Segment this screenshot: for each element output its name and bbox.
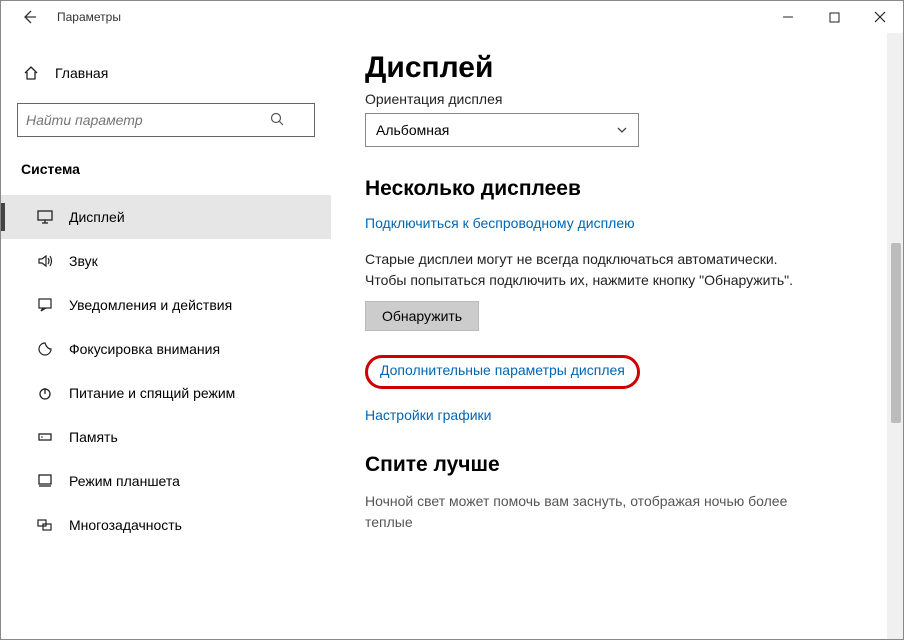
maximize-button[interactable]: [811, 1, 857, 33]
sidebar-item-label: Уведомления и действия: [69, 297, 232, 313]
multi-displays-title: Несколько дисплеев: [365, 177, 879, 201]
sidebar-item-label: Питание и спящий режим: [69, 385, 235, 401]
multitask-icon: [35, 515, 55, 535]
focus-icon: [35, 339, 55, 359]
minimize-button[interactable]: [765, 1, 811, 33]
sidebar-item-label: Дисплей: [69, 209, 125, 225]
home-link[interactable]: Главная: [17, 57, 331, 89]
sidebar-item-sound[interactable]: Звук: [1, 239, 331, 283]
sidebar-item-notifications[interactable]: Уведомления и действия: [1, 283, 331, 327]
scrollbar-thumb[interactable]: [891, 243, 901, 423]
sleep-better-title: Спите лучше: [365, 453, 879, 477]
sidebar-item-label: Звук: [69, 253, 98, 269]
home-label: Главная: [55, 65, 108, 81]
display-icon: [35, 207, 55, 227]
chevron-down-icon: [616, 124, 628, 136]
sound-icon: [35, 251, 55, 271]
detect-button[interactable]: Обнаружить: [365, 301, 479, 331]
scrollbar[interactable]: [887, 33, 903, 639]
orientation-value: Альбомная: [376, 122, 449, 138]
close-button[interactable]: [857, 1, 903, 33]
back-button[interactable]: [19, 7, 39, 27]
sleep-text: Ночной свет может помочь вам заснуть, от…: [365, 491, 835, 533]
sidebar-item-label: Память: [69, 429, 118, 445]
close-icon: [874, 11, 886, 23]
notifications-icon: [35, 295, 55, 315]
sidebar-item-tablet[interactable]: Режим планшета: [1, 459, 331, 503]
content-pane: Дисплей Ориентация дисплея Альбомная Нес…: [341, 33, 903, 639]
advanced-display-link[interactable]: Дополнительные параметры дисплея: [380, 362, 625, 378]
sidebar-item-storage[interactable]: Память: [1, 415, 331, 459]
power-icon: [35, 383, 55, 403]
old-displays-text: Старые дисплеи могут не всегда подключат…: [365, 249, 795, 291]
graphics-settings-link[interactable]: Настройки графики: [365, 407, 879, 423]
sidebar-item-focus[interactable]: Фокусировка внимания: [1, 327, 331, 371]
storage-icon: [35, 427, 55, 447]
arrow-left-icon: [21, 9, 37, 25]
orientation-select[interactable]: Альбомная: [365, 113, 639, 147]
orientation-label: Ориентация дисплея: [365, 91, 879, 107]
highlighted-advanced-link: Дополнительные параметры дисплея: [365, 355, 640, 389]
home-icon: [21, 63, 41, 83]
sidebar-item-label: Режим планшета: [69, 473, 180, 489]
sidebar-item-label: Фокусировка внимания: [69, 341, 220, 357]
tablet-icon: [35, 471, 55, 491]
page-title: Дисплей: [365, 51, 879, 85]
wireless-display-link[interactable]: Подключиться к беспроводному дисплею: [365, 215, 635, 231]
sidebar-group-header: Система: [17, 155, 331, 195]
titlebar: Параметры: [1, 1, 903, 33]
search-input[interactable]: [17, 103, 315, 137]
sidebar-item-multitask[interactable]: Многозадачность: [1, 503, 331, 547]
sidebar-item-power[interactable]: Питание и спящий режим: [1, 371, 331, 415]
window-title: Параметры: [57, 10, 121, 24]
sidebar-item-display[interactable]: Дисплей: [1, 195, 331, 239]
maximize-icon: [829, 12, 840, 23]
settings-window: Параметры Главная: [0, 0, 904, 640]
minimize-icon: [782, 11, 794, 23]
sidebar-item-label: Многозадачность: [69, 517, 182, 533]
sidebar-nav: Дисплей Звук Уведомления и действия: [1, 195, 331, 547]
sidebar: Главная Система Дисплей: [1, 33, 341, 639]
